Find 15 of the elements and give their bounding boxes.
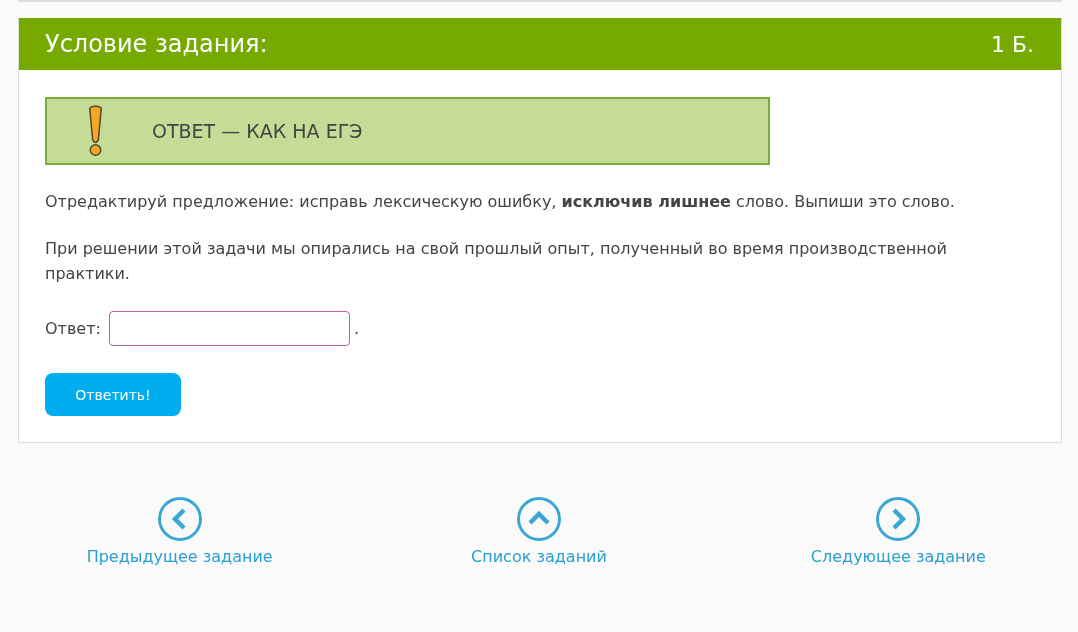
notice-text: ОТВЕТ — КАК НА ЕГЭ xyxy=(152,120,363,142)
right-chevron-circle-icon xyxy=(876,497,921,541)
up-chevron-circle-icon xyxy=(517,497,561,541)
task-title: Условие задания: xyxy=(45,30,268,58)
answer-field[interactable] xyxy=(108,310,350,346)
previous-task-link[interactable]: Предыдущее задание xyxy=(86,497,273,568)
sentence-text: При решении этой задачи мы опирались на свой прошлый опыт, полученный во время производственной практики. xyxy=(45,238,948,285)
answer-label: Ответ: xyxy=(45,318,101,338)
task-points: 1 Б. xyxy=(990,31,1034,57)
instruction-text: Отредактируй предложение: исправь лексическую ошибку, исключив лишнее слово. Выпиши это слово. xyxy=(45,191,956,213)
submit-button[interactable]: Ответить! xyxy=(45,373,181,416)
task-list-link[interactable]: Список заданий xyxy=(471,497,607,568)
left-chevron-circle-icon xyxy=(157,497,202,541)
answer-period: . xyxy=(353,318,359,338)
next-task-link[interactable]: Следующее задание xyxy=(810,497,986,568)
